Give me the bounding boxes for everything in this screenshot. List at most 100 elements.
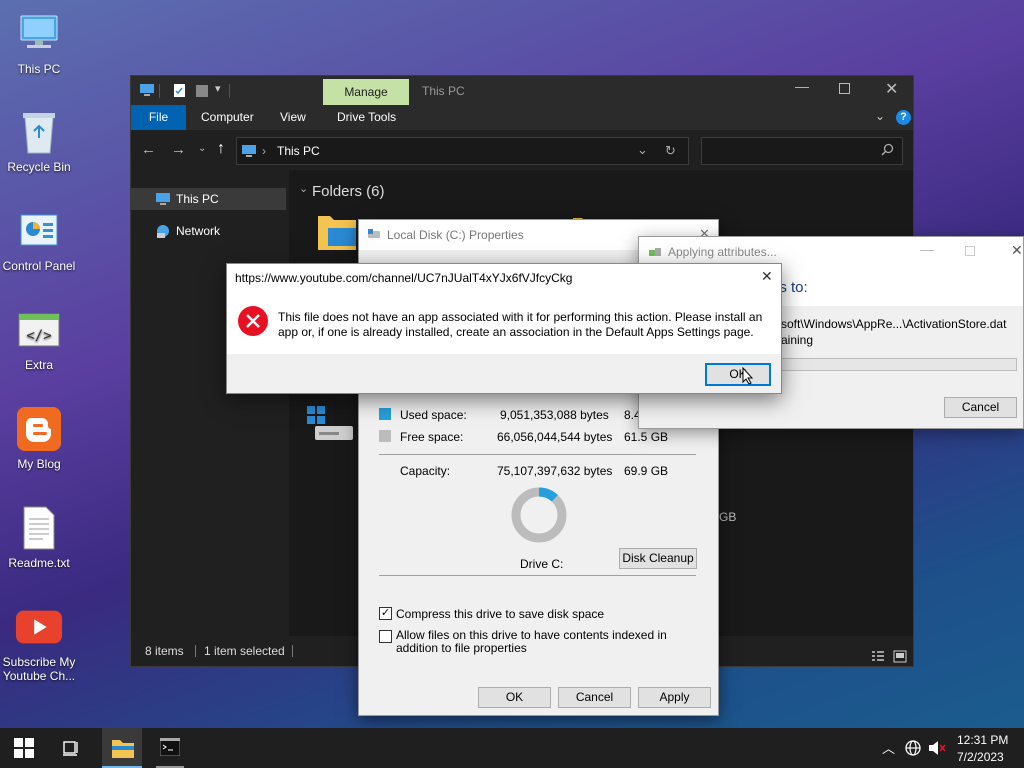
desktop-icon-recycle-bin[interactable]: Recycle Bin: [2, 108, 76, 174]
refresh-icon[interactable]: ↻: [665, 143, 676, 159]
back-arrow-icon[interactable]: ←: [141, 141, 156, 158]
applying-remaining: aining: [781, 333, 814, 347]
item-count: 8 items: [145, 644, 184, 658]
capacity-gb: 69.9 GB: [624, 464, 669, 478]
error-title: https://www.youtube.com/channel/UC7nJUal…: [235, 271, 573, 285]
error-message: This file does not have an app associate…: [278, 310, 763, 339]
checkmark-icon: ✓: [380, 607, 391, 619]
command-prompt-icon: [159, 737, 181, 759]
clock-time[interactable]: 12:31 PM: [957, 733, 1008, 747]
help-icon[interactable]: ?: [896, 110, 911, 125]
capacity-bytes: 75,107,397,632 bytes: [497, 464, 613, 478]
disk-cleanup-label: Disk Cleanup: [622, 551, 694, 565]
properties-cancel-button[interactable]: Cancel: [558, 687, 631, 708]
error-ok-button[interactable]: OK: [705, 363, 771, 386]
desktop-icon-this-pc[interactable]: This PC: [2, 10, 76, 76]
divider: [159, 84, 160, 98]
used-space-bytes: 9,051,353,088 bytes: [500, 408, 609, 422]
applying-close-button[interactable]: ✕: [1011, 242, 1023, 259]
tab-computer-label: Computer: [201, 110, 254, 124]
divider: [379, 575, 696, 576]
clock-date[interactable]: 7/2/2023: [957, 750, 1004, 764]
address-dropdown-chevron-icon[interactable]: ⌄: [637, 142, 648, 158]
desktop-icon-youtube[interactable]: Subscribe My Youtube Ch...: [2, 603, 76, 683]
disk-cleanup-button[interactable]: Disk Cleanup: [619, 548, 697, 569]
tab-file[interactable]: File: [131, 105, 186, 130]
desktop-icon-control-panel[interactable]: Control Panel: [2, 207, 76, 273]
tab-view-label: View: [280, 110, 306, 124]
text-file-icon: [15, 504, 63, 552]
desktop-folder-item[interactable]: [316, 212, 358, 252]
desktop-icon-label: Readme.txt: [8, 556, 70, 570]
desktop-icon-extra[interactable]: </> Extra: [2, 306, 76, 372]
index-checkbox[interactable]: [379, 630, 392, 643]
cancel-label: Cancel: [575, 690, 614, 704]
quick-access-dropdown-icon[interactable]: ▾: [215, 82, 221, 95]
ribbon-tabs: File Computer View Drive Tools ⌄ ?: [131, 105, 913, 130]
desktop-icon-readme[interactable]: Readme.txt: [2, 504, 76, 570]
address-field[interactable]: › This PC ⌄ ↻: [236, 137, 689, 165]
globe-network-icon[interactable]: [904, 739, 922, 760]
minimize-button[interactable]: —: [795, 78, 809, 94]
index-label: Allow files on this drive to have conten…: [396, 628, 667, 655]
this-pc-nav-icon: [155, 192, 171, 209]
used-space-label: Used space:: [400, 408, 467, 422]
taskbar-command-prompt[interactable]: [150, 728, 190, 768]
network-icon: [155, 224, 171, 241]
details-view-icon[interactable]: [871, 644, 885, 674]
volume-muted-icon[interactable]: [928, 740, 946, 759]
search-input[interactable]: [701, 137, 903, 165]
error-body: https://www.youtube.com/channel/UC7nJUal…: [227, 264, 781, 354]
close-button[interactable]: ✕: [885, 79, 898, 99]
task-view-icon[interactable]: [62, 739, 80, 760]
properties-ok-button[interactable]: OK: [478, 687, 551, 708]
desktop-icon-my-blog[interactable]: My Blog: [2, 405, 76, 471]
free-space-swatch: [379, 430, 391, 442]
nav-item-label: Network: [176, 224, 221, 238]
nav-item-this-pc[interactable]: This PC: [131, 188, 286, 210]
applying-cancel-button[interactable]: Cancel: [944, 397, 1017, 418]
address-text: This PC: [277, 144, 320, 158]
desktop-icon-label: Extra: [24, 358, 53, 372]
file-explorer-icon: [111, 737, 135, 762]
maximize-button[interactable]: [839, 83, 850, 94]
large-icons-view-icon[interactable]: [893, 644, 907, 674]
recent-locations-chevron-icon[interactable]: ⌄: [198, 143, 206, 154]
cancel-label: Cancel: [961, 400, 1000, 414]
error-icon: [237, 305, 269, 340]
divider: [195, 645, 196, 657]
desktop-icon-label: Control Panel: [2, 259, 76, 273]
applying-maximize-button[interactable]: [965, 246, 975, 256]
applying-minimize-button[interactable]: —: [920, 241, 934, 257]
applying-progress-bar: [781, 358, 1017, 371]
properties-quick-icon[interactable]: [173, 83, 187, 101]
collapse-group-chevron-icon[interactable]: ⌄: [299, 182, 308, 195]
donut-free-segment: [511, 487, 567, 543]
drive-size-partial-text: GB: [719, 510, 737, 524]
manage-tab[interactable]: Manage: [323, 79, 409, 105]
local-disk-c-item[interactable]: [305, 404, 357, 446]
recycle-bin-icon: [15, 108, 63, 156]
taskbar: ︿ 12:31 PM 7/2/2023: [0, 728, 1024, 768]
apply-label: Apply: [659, 690, 690, 704]
folders-group-header: Folders (6): [312, 183, 385, 200]
expand-ribbon-chevron-icon[interactable]: ⌄: [875, 109, 885, 123]
properties-apply-button[interactable]: Apply: [638, 687, 711, 708]
taskbar-file-explorer[interactable]: [102, 728, 142, 768]
tab-view[interactable]: View: [280, 105, 306, 130]
nav-item-label: This PC: [176, 192, 219, 206]
desktop-icon-label: Subscribe My Youtube Ch...: [2, 655, 76, 683]
navigation-pane: This PC Network: [131, 170, 289, 638]
tab-computer[interactable]: Computer: [201, 105, 254, 130]
error-close-button[interactable]: ✕: [761, 268, 773, 285]
windows-start-icon[interactable]: [14, 738, 34, 761]
nav-item-network[interactable]: Network: [131, 220, 286, 242]
forward-arrow-icon[interactable]: →: [171, 141, 186, 158]
used-space-swatch: [379, 408, 391, 420]
desktop-icon-label: This PC: [17, 62, 61, 76]
tab-drive-tools[interactable]: Drive Tools: [337, 105, 396, 130]
show-hidden-icons-chevron-icon[interactable]: ︿: [882, 738, 895, 757]
up-arrow-icon[interactable]: ↑: [217, 140, 225, 158]
new-folder-quick-icon[interactable]: [195, 83, 209, 101]
compress-checkbox[interactable]: ✓: [379, 607, 392, 620]
